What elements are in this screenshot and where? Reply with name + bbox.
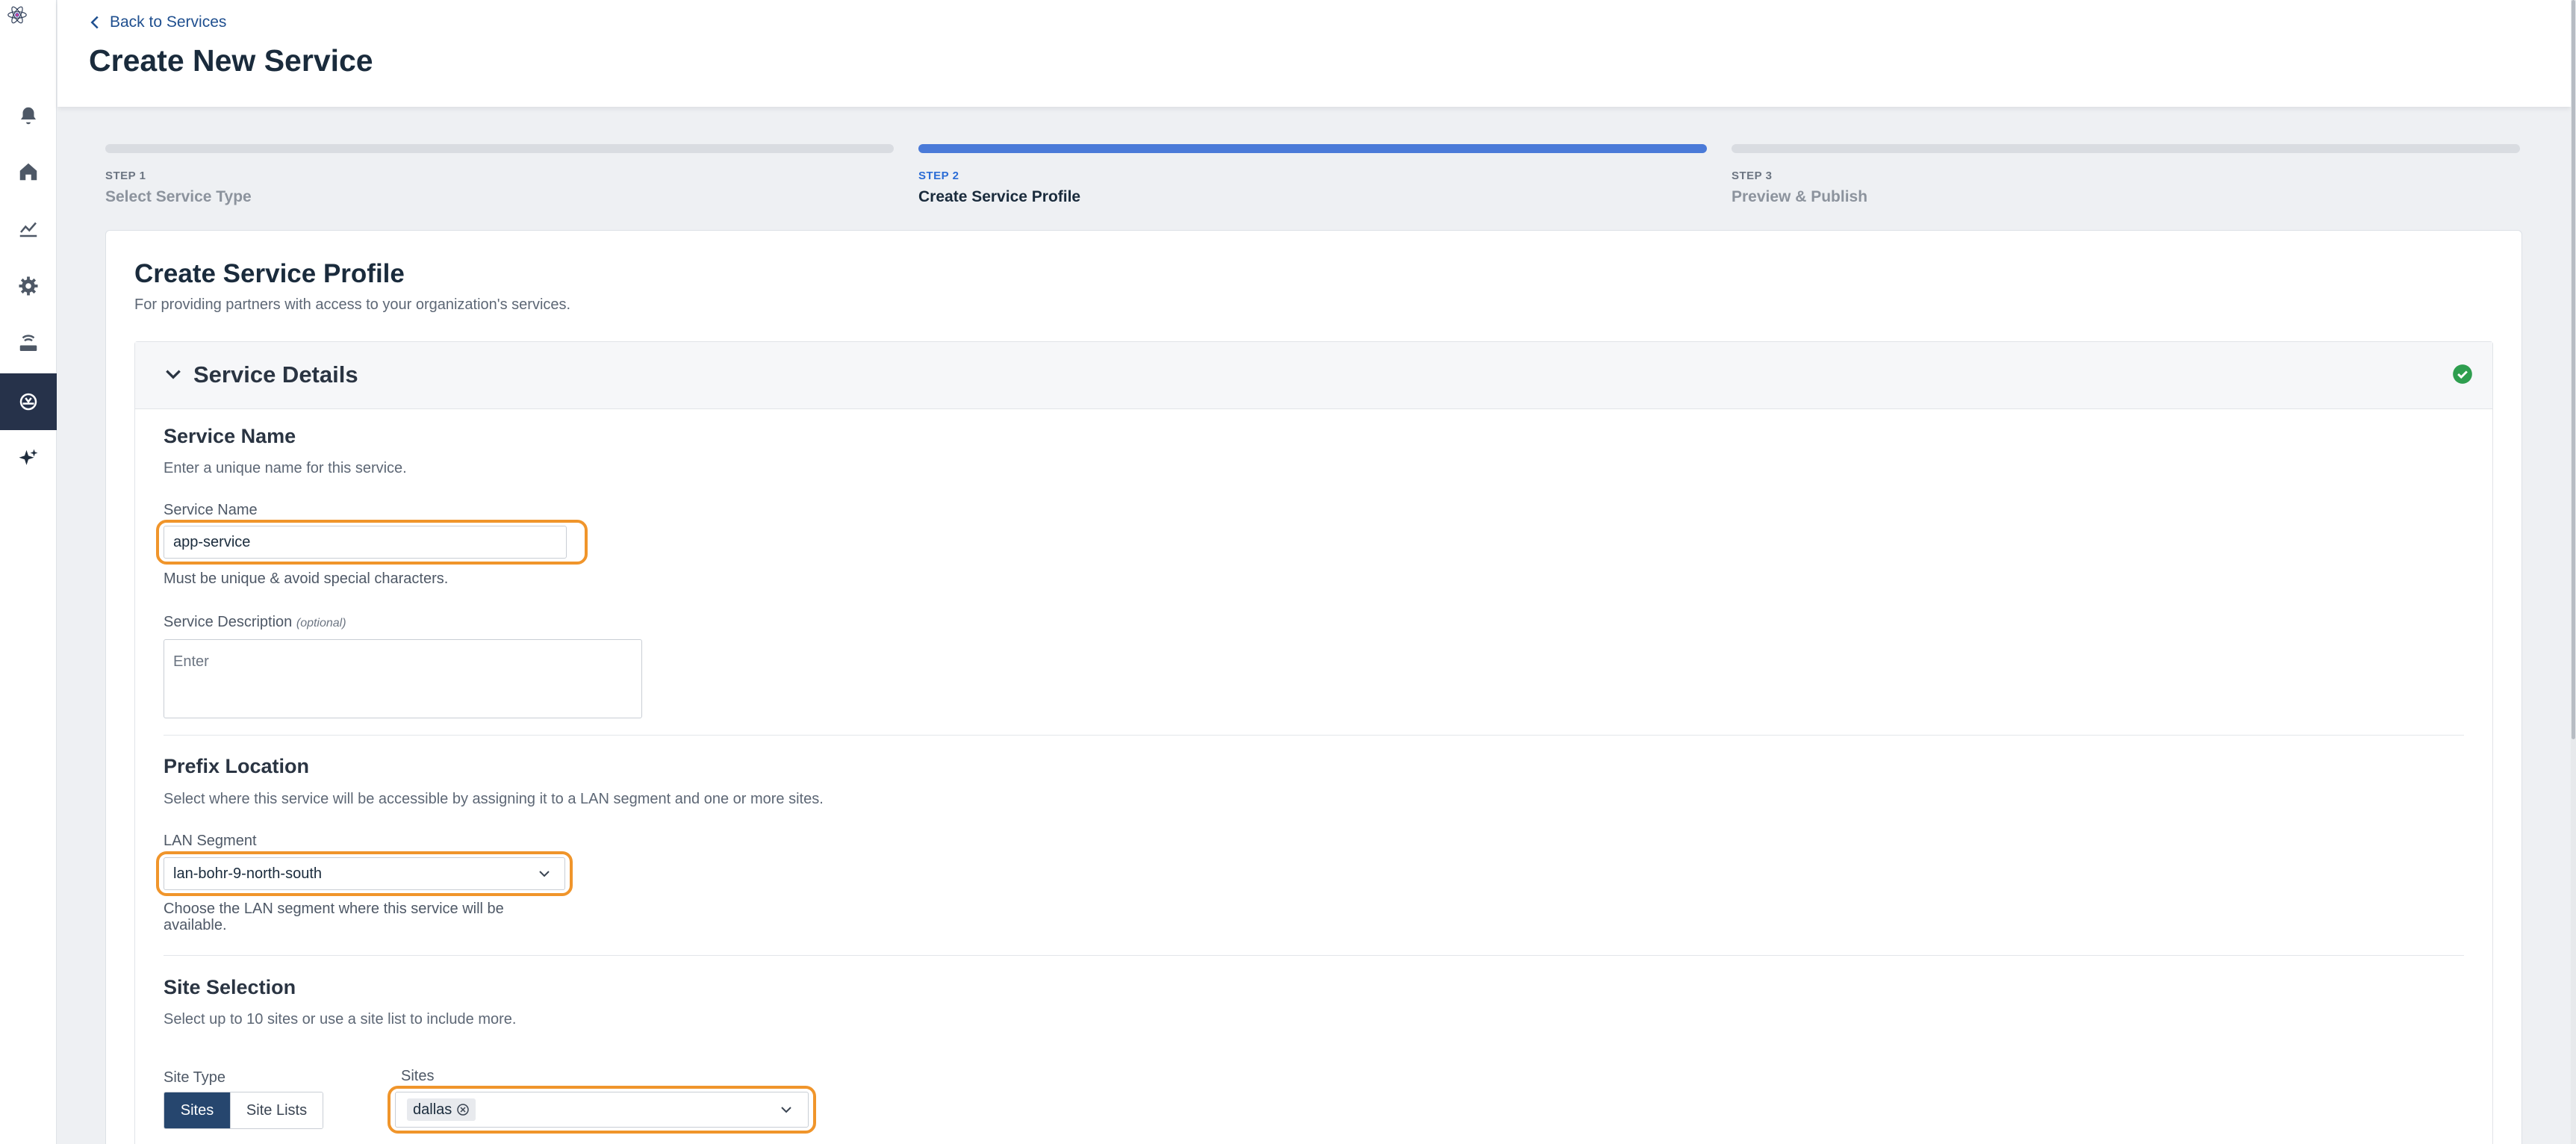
prefix-location-section-subtitle: Select where this service will be access…: [164, 791, 824, 807]
step-progress-bar: [105, 144, 894, 153]
site-chip-label: dallas: [413, 1101, 452, 1118]
site-type-sites-button[interactable]: Sites: [164, 1092, 230, 1128]
service-description-label: Service Description (optional): [164, 614, 346, 631]
prefix-location-section-title: Prefix Location: [164, 755, 310, 777]
chevron-down-icon[interactable]: [779, 1102, 794, 1117]
lan-segment-select[interactable]: lan-bohr-9-north-south: [164, 857, 565, 890]
service-description-input[interactable]: Enter: [164, 639, 642, 718]
sidebar: [0, 0, 57, 1144]
chevron-down-icon[interactable]: [537, 866, 552, 881]
site-type-label: Site Type: [164, 1069, 226, 1086]
back-to-services-link[interactable]: Back to Services: [89, 13, 226, 31]
service-name-input[interactable]: app-service: [164, 526, 567, 559]
card-title: Create Service Profile: [134, 259, 405, 288]
step-label: Create Service Profile: [918, 188, 1081, 205]
remove-chip-icon[interactable]: [456, 1103, 470, 1116]
service-name-section-title: Service Name: [164, 425, 296, 447]
page-scrollbar[interactable]: [2571, 0, 2576, 1144]
check-circle-icon: [2453, 364, 2472, 384]
step-progress-bar: [1732, 144, 2520, 153]
gear-icon[interactable]: [0, 258, 57, 314]
step-label: Preview & Publish: [1732, 188, 1868, 205]
optional-tag: (optional): [296, 617, 346, 629]
step-3[interactable]: STEP 3 Preview & Publish: [1732, 144, 2520, 206]
service-details-header[interactable]: Service Details: [135, 342, 2492, 409]
service-description-placeholder: Enter: [173, 653, 209, 670]
bell-icon[interactable]: [0, 87, 57, 144]
chevron-down-icon[interactable]: [164, 364, 183, 384]
step-progress-bar: [918, 144, 1707, 153]
card-subtitle: For providing partners with access to yo…: [134, 296, 571, 313]
site-selection-section-subtitle: Select up to 10 sites or use a site list…: [164, 1011, 517, 1028]
step-label: Select Service Type: [105, 188, 252, 205]
service-name-section-subtitle: Enter a unique name for this service.: [164, 460, 407, 476]
site-type-toggle: Sites Site Lists: [164, 1092, 323, 1129]
back-link-label: Back to Services: [110, 13, 227, 31]
service-details-panel: Service Details Service Name Enter a uni…: [134, 341, 2493, 1144]
sparkles-icon[interactable]: [0, 430, 57, 487]
site-selection-section-title: Site Selection: [164, 976, 296, 998]
site-type-site-lists-button[interactable]: Site Lists: [230, 1092, 323, 1128]
page-header: Back to Services Create New Service: [57, 0, 2571, 107]
home-icon[interactable]: [0, 143, 57, 200]
panel-title: Service Details: [193, 361, 358, 388]
section-divider: [164, 735, 2464, 736]
step-number: STEP 2: [918, 170, 959, 182]
router-icon[interactable]: [0, 315, 57, 372]
service-profile-card: Create Service Profile For providing par…: [105, 230, 2522, 1144]
step-number: STEP 3: [1732, 170, 1773, 182]
step-1[interactable]: STEP 1 Select Service Type: [105, 144, 894, 206]
site-chip: dallas: [407, 1098, 476, 1121]
section-divider: [164, 955, 2464, 956]
scrollbar-thumb[interactable]: [2572, 0, 2575, 739]
service-description-label-text: Service Description: [164, 614, 293, 630]
chart-line-icon[interactable]: [0, 200, 57, 257]
service-name-label: Service Name: [164, 502, 258, 518]
sites-label: Sites: [401, 1068, 435, 1084]
service-name-value: app-service: [173, 533, 251, 550]
lan-segment-label: LAN Segment: [164, 833, 257, 849]
lan-segment-value: lan-bohr-9-north-south: [173, 865, 322, 882]
service-name-help: Must be unique & avoid special character…: [164, 571, 449, 587]
lan-segment-help: Choose the LAN segment where this servic…: [164, 901, 504, 933]
atom-logo-icon[interactable]: [6, 3, 51, 51]
step-number: STEP 1: [105, 170, 146, 182]
page-title: Create New Service: [89, 43, 373, 78]
chevron-left-icon: [90, 16, 99, 29]
services-icon[interactable]: [0, 373, 57, 430]
step-2[interactable]: STEP 2 Create Service Profile: [918, 144, 1707, 206]
